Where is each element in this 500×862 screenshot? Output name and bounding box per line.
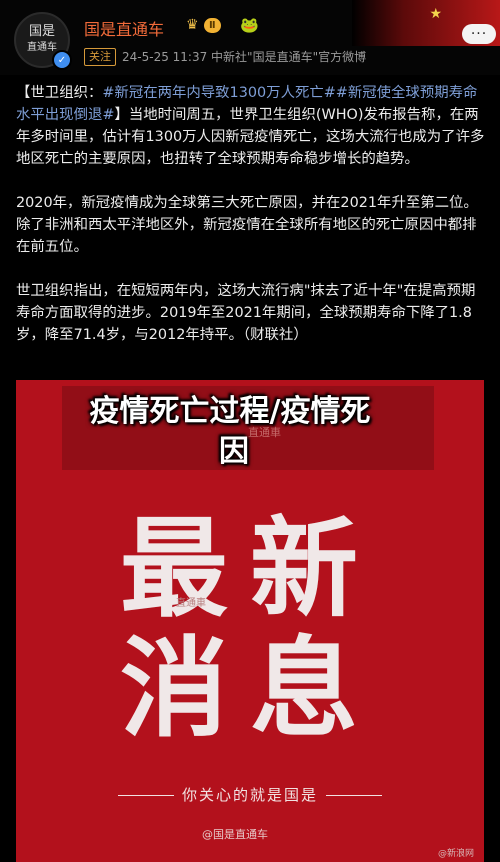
crown-icon: ♛ bbox=[186, 17, 199, 33]
post-paragraph-1: 【世卫组织：#新冠在两年内导致1300万人死亡##新冠使全球预期寿命水平出现倒退… bbox=[16, 82, 488, 170]
post-body: 【世卫组织：#新冠在两年内导致1300万人死亡##新冠使全球预期寿命水平出现倒退… bbox=[16, 82, 488, 368]
divider bbox=[326, 795, 382, 796]
overlay-title: 疫情死亡过程/疫情死 因 bbox=[0, 392, 460, 472]
card-footer-handle: @国是直通车 bbox=[202, 828, 268, 841]
post-tag-close: 】 bbox=[114, 107, 129, 123]
avatar-text-line2: 直通车 bbox=[27, 42, 57, 53]
post-paragraph-3: 世卫组织指出，在短短两年内，这场大流行病"抹去了近十年"在提高预期寿命方面取得的… bbox=[16, 283, 476, 343]
level-badge: Ⅱ bbox=[204, 18, 221, 33]
overlay-title-line2: 因 bbox=[219, 434, 249, 469]
star-icon: ★ bbox=[429, 6, 442, 22]
card-headline-row2: 消息 bbox=[119, 627, 380, 752]
follow-button[interactable]: 关注 bbox=[84, 48, 116, 66]
frog-icon: 🐸 bbox=[240, 16, 259, 34]
divider bbox=[117, 795, 174, 796]
card-subtitle-text: 你关心的就是国是 bbox=[181, 786, 318, 804]
card-corner-watermark: @新浪网 bbox=[438, 849, 475, 859]
account-name[interactable]: 国是直通车 bbox=[84, 16, 164, 40]
verified-icon: ✓ bbox=[52, 50, 72, 70]
post-meta: 24-5-25 11:37 中新社"国是直通车"官方微博 bbox=[122, 50, 367, 64]
post-tag-open: 【 bbox=[16, 85, 31, 101]
post-tag-prefix: 世卫组织： bbox=[30, 85, 103, 101]
post-header: 国是 直通车 ✓ 国是直通车 ♛ Ⅱ 🐸 关注 24-5-25 11:37 中新… bbox=[0, 0, 500, 75]
post-paragraph-2: 2020年，新冠疫情成为全球第三大死亡原因，并在2021年升至第二位。除了非洲和… bbox=[16, 195, 478, 255]
more-options-button[interactable]: ··· bbox=[462, 24, 496, 44]
avatar-text-line1: 国是 bbox=[28, 24, 55, 39]
card-subtitle: 你关心的就是国是 bbox=[16, 784, 484, 805]
overlay-title-line1: 疫情死亡过程/疫情死 bbox=[89, 394, 371, 429]
card-car-watermark: 直通車 bbox=[176, 598, 206, 609]
